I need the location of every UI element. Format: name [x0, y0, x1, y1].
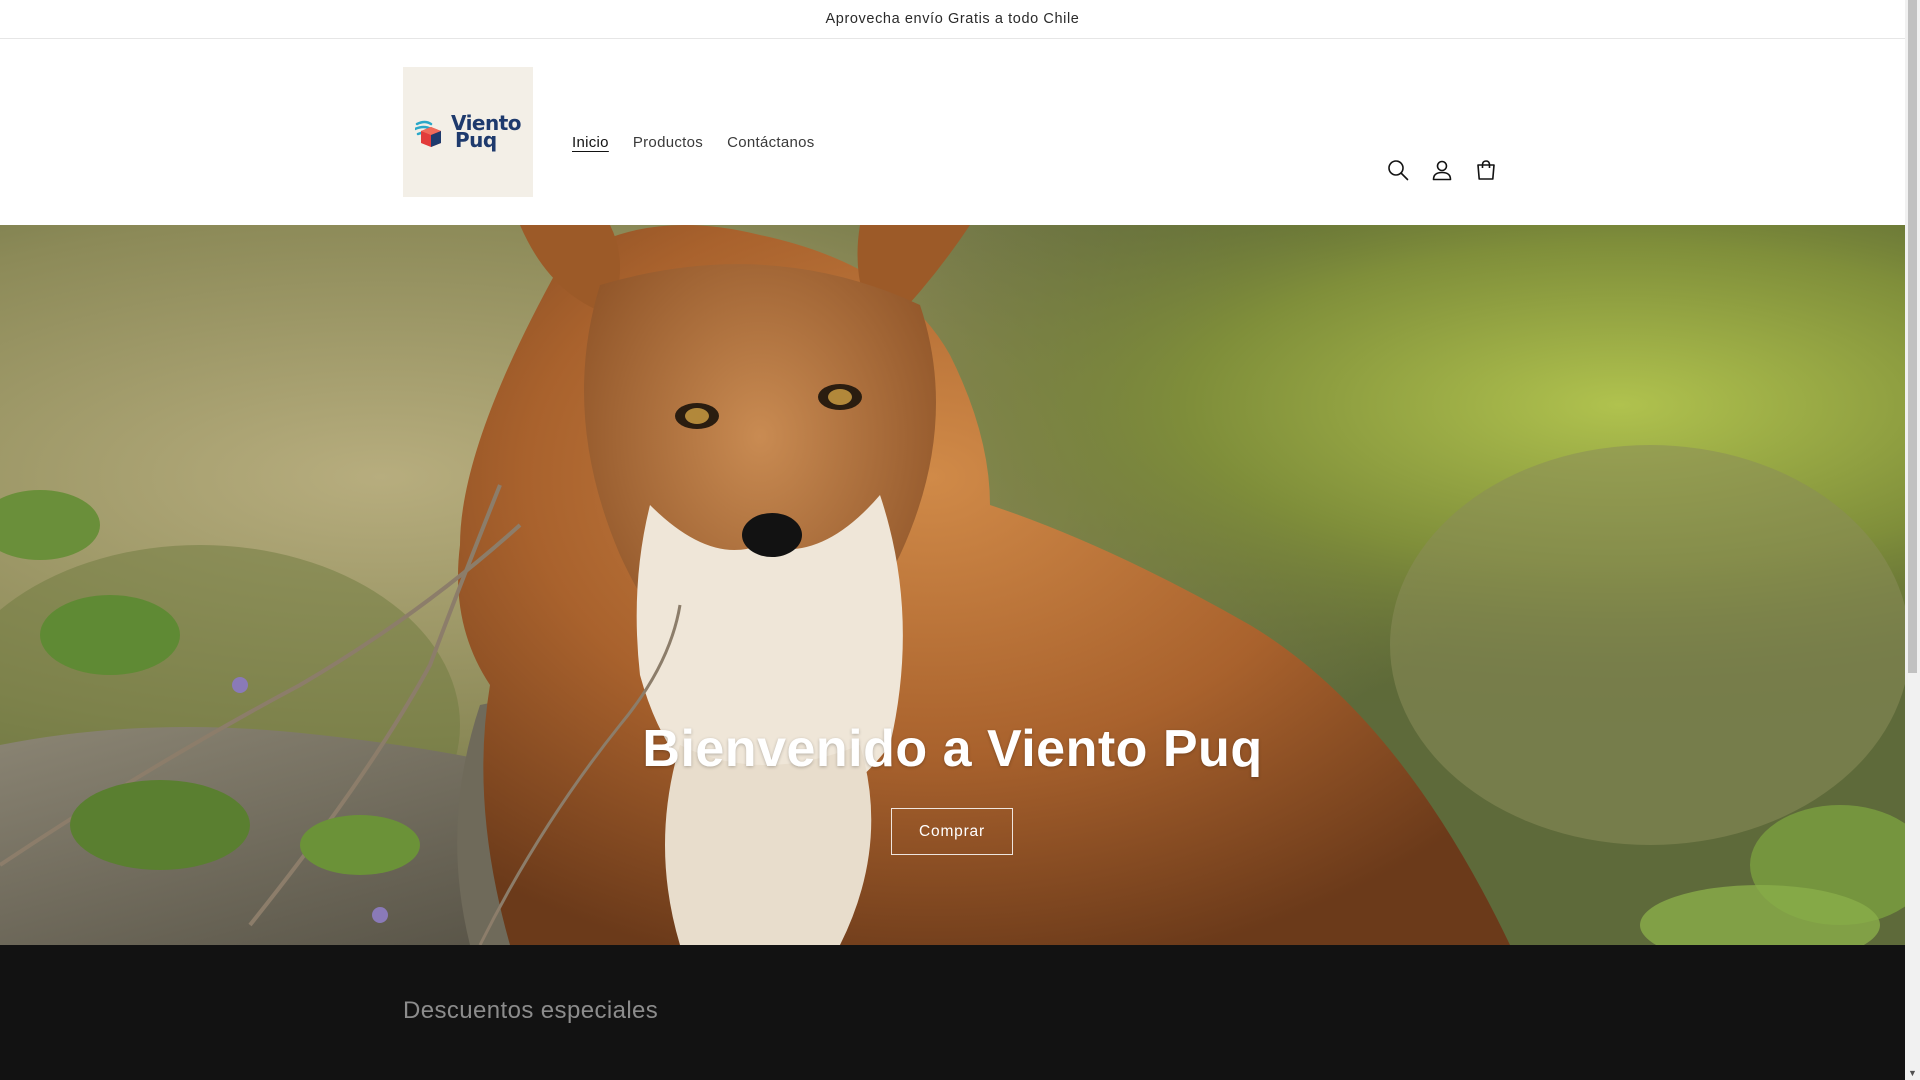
logo-box-icon — [414, 120, 441, 147]
announcement-bar: Aprovecha envío Gratis a todo Chile — [0, 0, 1905, 39]
header-icons — [1376, 148, 1508, 192]
nav-item-productos[interactable]: Productos — [621, 122, 715, 163]
featured-heading: Descuentos especiales — [403, 997, 659, 1024]
account-button[interactable] — [1420, 148, 1464, 192]
page-scrollbar[interactable]: ▼ — [1905, 0, 1920, 1080]
scrollbar-thumb[interactable] — [1908, 0, 1917, 673]
featured-section: Descuentos especiales — [0, 945, 1905, 1080]
shop-button[interactable]: Comprar — [891, 808, 1013, 855]
announcement-text: Aprovecha envío Gratis a todo Chile — [825, 11, 1080, 27]
page: Aprovecha envío Gratis a todo Chile Vien… — [0, 0, 1905, 1080]
nav-item-inicio[interactable]: Inicio — [560, 122, 621, 163]
hero-banner: Bienvenido a Viento Puq Comprar — [0, 225, 1905, 945]
hero-title: Bienvenido a Viento Puq — [642, 720, 1263, 778]
cart-icon — [1477, 160, 1495, 180]
nav-item-contactanos[interactable]: Contáctanos — [715, 122, 827, 163]
cart-button[interactable] — [1464, 148, 1508, 192]
site-header: Viento Puq Inicio Productos Contáctanos — [0, 39, 1905, 225]
main-nav: Inicio Productos Contáctanos — [560, 122, 827, 163]
scroll-down-arrow-icon[interactable]: ▼ — [1905, 1065, 1920, 1080]
account-icon — [1432, 160, 1452, 181]
search-button[interactable] — [1376, 148, 1420, 192]
logo[interactable]: Viento Puq — [403, 67, 533, 197]
search-icon — [1388, 160, 1409, 181]
